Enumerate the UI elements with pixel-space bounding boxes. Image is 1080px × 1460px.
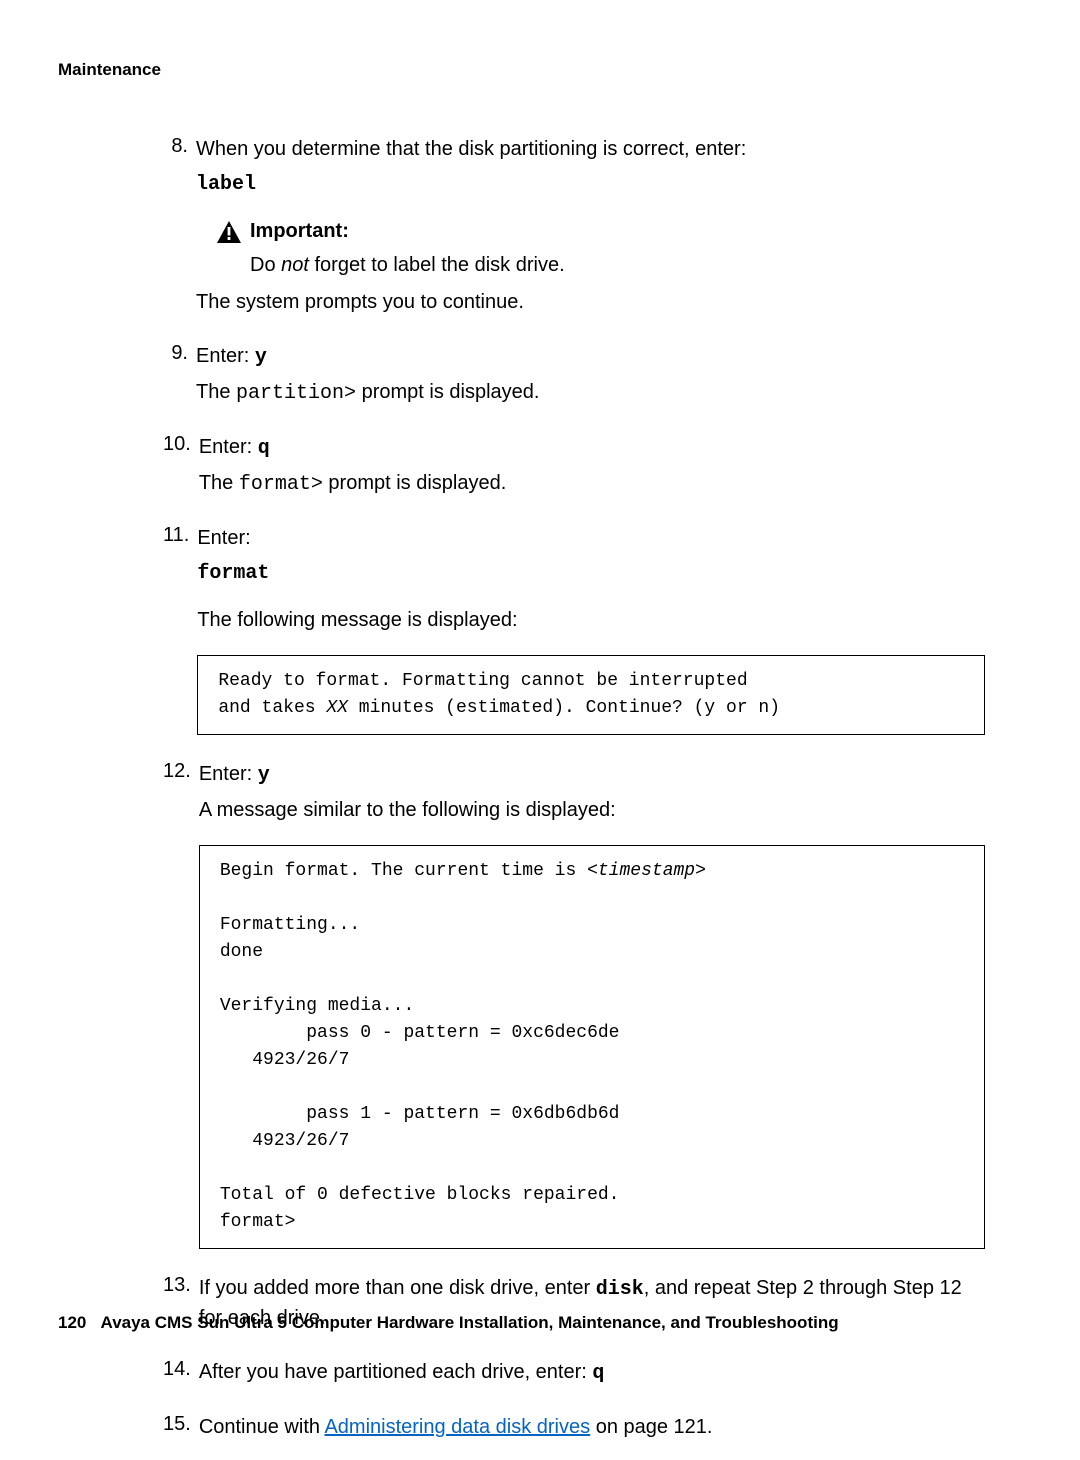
note-title: Important: [250, 217, 349, 246]
step-text: Enter: q [199, 433, 985, 463]
page-footer: 120 Avaya CMS Sun Ultra 5 Computer Hardw… [58, 1313, 985, 1333]
step-15: 15. Continue with Administering data dis… [163, 1410, 985, 1460]
step-text: Enter: [197, 524, 985, 553]
page-number: 120 [58, 1313, 86, 1332]
output-box: Begin format. The current time is <times… [199, 845, 985, 1249]
step-number: 9. [163, 339, 188, 368]
step-number: 10. [163, 430, 191, 459]
page: Maintenance 8. When you determine that t… [0, 0, 1080, 1397]
step-number: 8. [163, 132, 188, 161]
content: 8. When you determine that the disk part… [163, 132, 985, 1460]
step-text: After you have partitioned each drive, e… [199, 1358, 985, 1388]
step-14: 14. After you have partitioned each driv… [163, 1355, 985, 1406]
note-body: Do not forget to label the disk drive. [250, 251, 985, 280]
step-13: 13. If you added more than one disk driv… [163, 1271, 985, 1351]
step-8: 8. When you determine that the disk part… [163, 132, 985, 335]
step-number: 14. [163, 1355, 191, 1384]
step-number: 15. [163, 1410, 191, 1439]
link-admin-data-disk-drives[interactable]: Administering data disk drives [324, 1416, 590, 1438]
step-9: 9. Enter: y The partition> prompt is dis… [163, 339, 985, 426]
step-list: 8. When you determine that the disk part… [163, 132, 985, 1460]
step-11: 11. Enter: format The following message … [163, 521, 985, 753]
footer-title: Avaya CMS Sun Ultra 5 Computer Hardware … [101, 1313, 839, 1332]
step-text: Continue with Administering data disk dr… [199, 1413, 985, 1442]
step-result: The system prompts you to continue. [196, 288, 985, 317]
step-result: A message similar to the following is di… [199, 796, 985, 825]
step-text: Enter: y [199, 760, 985, 790]
command: label [196, 170, 985, 199]
step-text: When you determine that the disk partiti… [196, 135, 985, 164]
step-result: The following message is displayed: [197, 606, 985, 635]
important-note: Important: Do not forget to label the di… [216, 217, 985, 280]
warning-icon [216, 221, 242, 243]
output-box: Ready to format. Formatting cannot be in… [197, 655, 985, 735]
step-number: 13. [163, 1271, 191, 1300]
step-10: 10. Enter: q The format> prompt is displ… [163, 430, 985, 517]
step-result: The partition> prompt is displayed. [196, 378, 985, 408]
step-result: The format> prompt is displayed. [199, 469, 985, 499]
step-number: 11. [163, 521, 189, 550]
step-text: Enter: y [196, 342, 985, 372]
page-header: Maintenance [58, 60, 985, 80]
step-12: 12. Enter: y A message similar to the fo… [163, 757, 985, 1267]
command: format [197, 559, 985, 588]
step-number: 12. [163, 757, 191, 786]
